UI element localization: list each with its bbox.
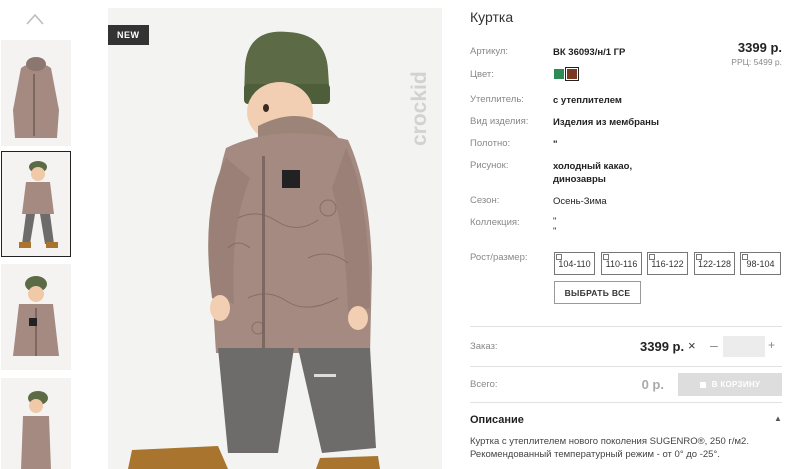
size-option-label: 98-104 bbox=[746, 258, 775, 269]
insulation-value: с утеплителем bbox=[553, 95, 622, 106]
collapse-toggle-icon[interactable]: ▲ bbox=[774, 414, 782, 423]
type-value: Изделия из мембраны bbox=[553, 117, 660, 128]
quantity-decrease-button[interactable]: – bbox=[710, 337, 718, 353]
season-value: Осень-Зима bbox=[553, 196, 607, 207]
order-label: Заказ: bbox=[470, 341, 498, 352]
main-product-image[interactable]: NEW crockid bbox=[108, 8, 442, 469]
checkbox-icon[interactable] bbox=[603, 254, 609, 260]
size-option[interactable]: 104-110 bbox=[554, 252, 595, 275]
pattern-label: Рисунок: bbox=[470, 160, 509, 171]
size-option-label: 116-122 bbox=[651, 258, 684, 269]
svg-text:crockid: crockid bbox=[408, 71, 431, 146]
size-option[interactable]: 122-128 bbox=[694, 252, 735, 275]
description-text: Куртка с утеплителем нового поколения SU… bbox=[470, 435, 790, 461]
thumbnail-gallery bbox=[0, 0, 74, 469]
add-to-cart-button[interactable]: В КОРЗИНУ bbox=[678, 373, 782, 396]
color-swatch-brown[interactable] bbox=[565, 67, 579, 81]
product-title: Куртка bbox=[470, 9, 514, 25]
fabric-label: Полотно: bbox=[470, 138, 511, 149]
pattern-value-line1: холодный какао, bbox=[553, 161, 633, 172]
article-label: Артикул: bbox=[470, 46, 509, 57]
season-label: Сезон: bbox=[470, 195, 500, 206]
quantity-increase-button[interactable]: + bbox=[768, 338, 775, 352]
child-model-illustration bbox=[128, 31, 380, 469]
new-badge: NEW bbox=[108, 25, 149, 45]
thumbnail-2[interactable] bbox=[1, 151, 71, 257]
divider bbox=[470, 326, 782, 327]
brand-logo: crockid bbox=[408, 71, 431, 146]
size-option-label: 110-116 bbox=[605, 258, 638, 269]
total-value: 0 р. bbox=[641, 377, 664, 392]
description-title[interactable]: Описание bbox=[470, 414, 524, 426]
checkbox-icon[interactable] bbox=[742, 254, 748, 260]
size-option[interactable]: 116-122 bbox=[647, 252, 688, 275]
cart-icon bbox=[699, 381, 706, 388]
checkbox-icon[interactable] bbox=[696, 254, 702, 260]
size-option-label: 104-110 bbox=[558, 258, 591, 269]
order-price: 3399 р. bbox=[640, 339, 685, 354]
remove-order-icon[interactable]: × bbox=[688, 338, 696, 353]
add-to-cart-label: В КОРЗИНУ bbox=[711, 380, 761, 389]
divider bbox=[470, 402, 782, 403]
fabric-value: " bbox=[553, 139, 558, 150]
insulation-label: Утеплитель: bbox=[470, 94, 524, 105]
description-line: Рекомендованный температурный режим - от… bbox=[470, 449, 720, 460]
description-line: Куртка с утеплителем нового поколения SU… bbox=[470, 436, 749, 447]
rrp-price: РРЦ: 5499 р. bbox=[731, 57, 782, 67]
checkbox-icon[interactable] bbox=[556, 254, 562, 260]
size-option-label: 122-128 bbox=[697, 258, 732, 269]
divider bbox=[470, 366, 782, 367]
collection-value-line2: " bbox=[553, 226, 557, 237]
chevron-up-icon[interactable] bbox=[25, 12, 45, 26]
color-label: Цвет: bbox=[470, 69, 494, 80]
quantity-input[interactable] bbox=[723, 336, 765, 357]
product-price: 3399 р. bbox=[737, 40, 782, 55]
total-label: Всего: bbox=[470, 379, 498, 390]
color-swatch-green[interactable] bbox=[554, 69, 564, 79]
thumbnail-3[interactable] bbox=[1, 264, 71, 370]
size-label: Рост/размер: bbox=[470, 252, 528, 263]
checkbox-icon[interactable] bbox=[649, 254, 655, 260]
collection-label: Коллекция: bbox=[470, 217, 520, 228]
select-all-button[interactable]: ВЫБРАТЬ ВСЕ bbox=[554, 281, 641, 304]
size-option[interactable]: 98-104 bbox=[740, 252, 781, 275]
pattern-value-line2: динозавры bbox=[553, 174, 606, 185]
size-option[interactable]: 110-116 bbox=[601, 252, 642, 275]
thumbnail-1[interactable] bbox=[1, 40, 71, 146]
article-value: ВК 36093/н/1 ГР bbox=[553, 47, 626, 58]
type-label: Вид изделия: bbox=[470, 116, 529, 127]
thumbnail-4[interactable] bbox=[1, 378, 71, 469]
